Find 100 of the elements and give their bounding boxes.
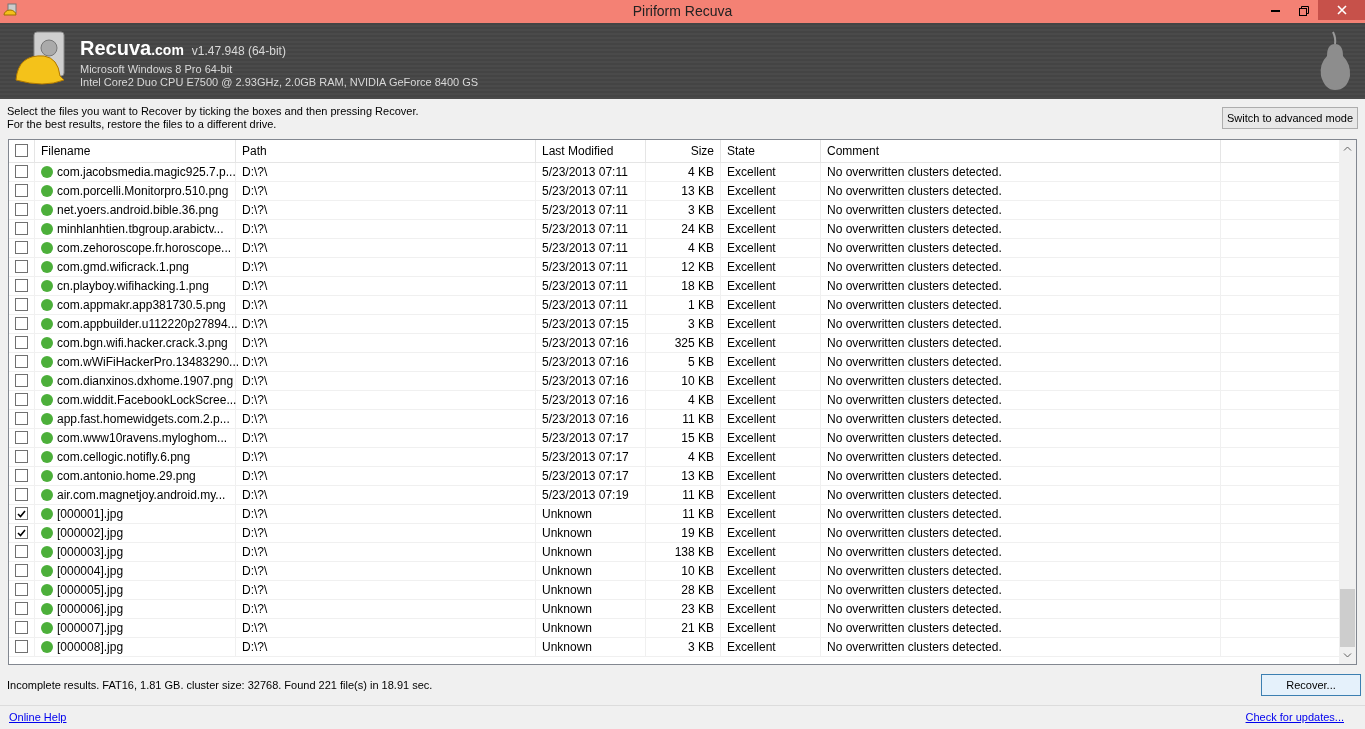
row-checkbox[interactable] [15,241,28,255]
row-checkbox[interactable] [15,640,28,654]
size-cell: 3 KB [646,314,721,333]
modified-cell: 5/23/2013 07:15 [536,314,646,333]
row-checkbox[interactable] [15,450,28,464]
column-header[interactable]: Size [646,139,721,162]
state-cell: Excellent [721,409,821,428]
modified-cell: Unknown [536,523,646,542]
modified-cell: 5/23/2013 07:11 [536,295,646,314]
row-checkbox[interactable] [15,298,28,312]
column-header[interactable]: Filename [35,139,236,162]
size-cell: 11 KB [646,504,721,523]
modified-cell: 5/23/2013 07:11 [536,276,646,295]
filename-cell-text: com.cellogic.notifly.6.png [57,448,191,466]
row-checkbox[interactable] [15,184,28,198]
modified-cell: 5/23/2013 07:17 [536,466,646,485]
path-cell: D:\?\ [236,618,536,637]
check-updates-link[interactable]: Check for updates... [1245,709,1344,726]
row-checkbox[interactable] [15,583,28,597]
state-cell: Excellent [721,523,821,542]
row-checkbox[interactable] [15,621,28,635]
row-checkbox[interactable] [15,374,28,388]
column-header[interactable]: Comment [821,139,1221,162]
row-checkbox[interactable] [15,336,28,350]
row-checkbox[interactable] [15,355,28,369]
comment-cell: No overwritten clusters detected. [821,219,1221,238]
filename-cell-text: net.yoers.android.bible.36.png [57,201,219,219]
size-cell: 12 KB [646,257,721,276]
online-help-link[interactable]: Online Help [9,709,67,726]
state-cell: Excellent [721,485,821,504]
row-checkbox[interactable] [15,317,28,331]
row-checkbox[interactable] [15,507,28,521]
row-checkbox[interactable] [15,431,28,445]
column-header[interactable]: Last Modified [536,139,646,162]
modified-cell: 5/23/2013 07:11 [536,257,646,276]
state-cell: Excellent [721,352,821,371]
path-cell: D:\?\ [236,352,536,371]
size-cell: 10 KB [646,371,721,390]
row-checkbox[interactable] [15,203,28,217]
modified-cell: 5/23/2013 07:11 [536,238,646,257]
select-all-checkbox[interactable] [15,144,28,158]
filename-cell-text: com.antonio.home.29.png [57,467,196,485]
row-checkbox[interactable] [15,469,28,483]
path-cell: D:\?\ [236,523,536,542]
modified-cell: Unknown [536,542,646,561]
row-checkbox[interactable] [15,412,28,426]
row-checkbox[interactable] [15,602,28,616]
comment-cell: No overwritten clusters detected. [821,200,1221,219]
state-cell: Excellent [721,276,821,295]
row-checkbox[interactable] [15,222,28,236]
filename-cell-text: com.jacobsmedia.magic925.7.p... [57,163,236,181]
comment-cell: No overwritten clusters detected. [821,352,1221,371]
comment-cell: No overwritten clusters detected. [821,257,1221,276]
row-checkbox[interactable] [15,545,28,559]
path-cell: D:\?\ [236,314,536,333]
path-cell: D:\?\ [236,219,536,238]
size-cell: 21 KB [646,618,721,637]
modified-cell: Unknown [536,580,646,599]
brand-logo: Recuva.com [80,35,184,61]
column-header[interactable]: Path [236,139,536,162]
state-cell: Excellent [721,637,821,656]
path-cell: D:\?\ [236,580,536,599]
minimize-icon [1270,10,1280,13]
size-cell: 138 KB [646,542,721,561]
row-checkbox[interactable] [15,279,28,293]
path-cell: D:\?\ [236,371,536,390]
scrollbar[interactable] [1339,139,1356,665]
modified-cell: 5/23/2013 07:11 [536,219,646,238]
filename-cell-text: com.dianxinos.dxhome.1907.png [57,372,234,390]
size-cell: 18 KB [646,276,721,295]
path-cell: D:\?\ [236,162,536,181]
filename-cell-text: com.www10ravens.myloghom... [57,429,228,447]
row-checkbox[interactable] [15,165,28,179]
state-cell: Excellent [721,333,821,352]
filename-cell-text: [000003].jpg [57,543,124,561]
row-checkbox[interactable] [15,526,28,540]
filename-cell-text: com.porcelli.Monitorpro.510.png [57,182,229,200]
path-cell: D:\?\ [236,599,536,618]
row-checkbox[interactable] [15,260,28,274]
row-checkbox[interactable] [15,488,28,502]
comment-cell: No overwritten clusters detected. [821,409,1221,428]
modified-cell: 5/23/2013 07:16 [536,352,646,371]
state-cell: Excellent [721,181,821,200]
comment-cell: No overwritten clusters detected. [821,295,1221,314]
advanced-mode-button[interactable]: Switch to advanced mode [1222,106,1358,129]
version-label: v1.47.948 (64-bit) [191,42,286,60]
row-checkbox[interactable] [15,393,28,407]
state-cell: Excellent [721,447,821,466]
path-cell: D:\?\ [236,447,536,466]
filename-cell-text: app.fast.homewidgets.com.2.p... [57,410,230,428]
modified-cell: 5/23/2013 07:19 [536,485,646,504]
filename-cell-text: [000006].jpg [57,600,124,618]
scrollbar-thumb[interactable] [1340,589,1355,648]
row-checkbox[interactable] [15,564,28,578]
hardware-label: Intel Core2 Duo CPU E7500 @ 2.93GHz, 2.0GB RAM, NVIDIA GeForce 8400 GS [80,75,479,89]
comment-cell: No overwritten clusters detected. [821,485,1221,504]
recover-button[interactable]: Recover... [1261,674,1361,697]
path-cell: D:\?\ [236,561,536,580]
column-header[interactable]: State [721,139,821,162]
modified-cell: 5/23/2013 07:16 [536,371,646,390]
